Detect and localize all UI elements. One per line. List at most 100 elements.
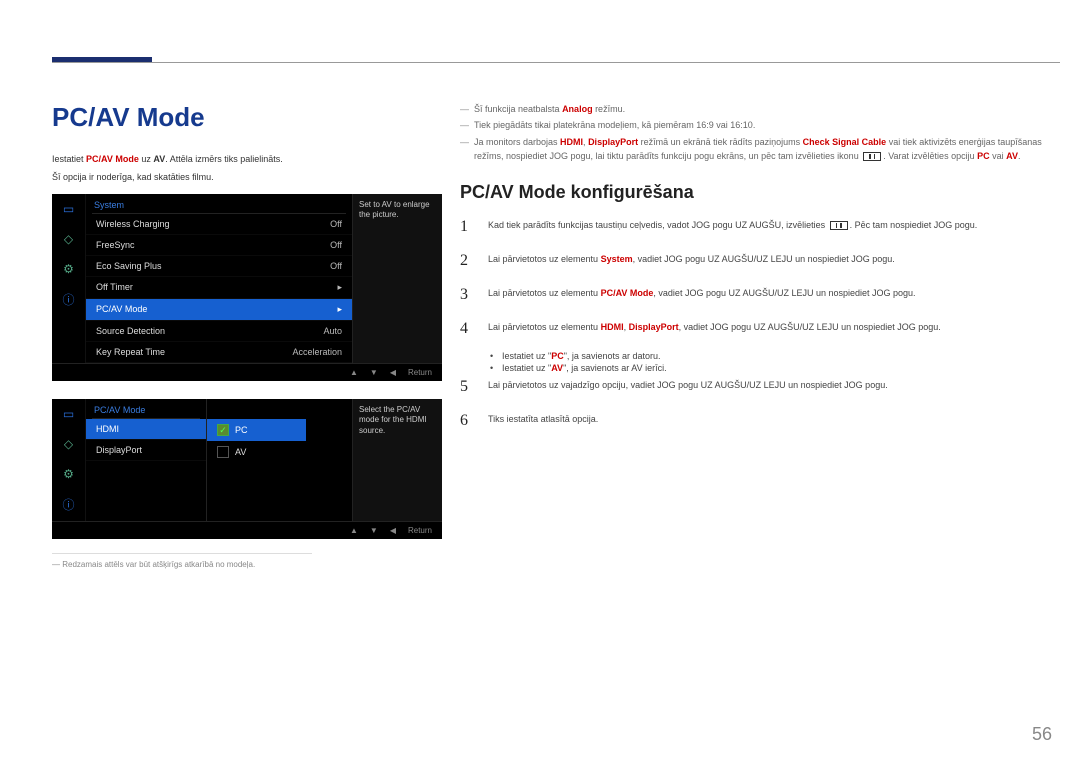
intro-line-1: Iestatiet PC/AV Mode uz AV. Attēla izmēr… [52, 153, 442, 167]
text: ", ja savienots ar AV ierīci. [563, 363, 667, 373]
step-text: Lai pārvietotos uz elementu HDMI, Displa… [488, 317, 941, 341]
bold-dp: DisplayPort [629, 322, 679, 332]
step-number: 6 [460, 409, 474, 433]
osd-row: FreeSync Off [86, 235, 352, 256]
page-number: 56 [1032, 724, 1052, 745]
text: uz [139, 154, 154, 164]
osd-hint: Set to AV to enlarge the picture. [352, 194, 442, 363]
value: Off [330, 219, 342, 229]
osd-footer: ▲ ▼ ◀ Return [52, 521, 442, 539]
text: Iestatiet uz " [502, 363, 551, 373]
monitor-icon: ▭ [52, 194, 85, 224]
subheading: PC/AV Mode konfigurēšana [460, 182, 1050, 203]
text: Lai pārvietotos uz elementu [488, 254, 601, 264]
step-3: 3 Lai pārvietotos uz elementu PC/AV Mode… [460, 283, 1050, 307]
bold-analog: Analog [562, 104, 593, 114]
bold-av: AV [153, 154, 165, 164]
value: ▸ [337, 304, 342, 315]
label: Off Timer [96, 282, 133, 293]
osd-header: PC/AV Mode [86, 399, 206, 418]
return-label: Return [408, 526, 432, 535]
up-icon: ▲ [350, 368, 358, 377]
left-column: PC/AV Mode Iestatiet PC/AV Mode uz AV. A… [52, 102, 442, 569]
step-number: 5 [460, 375, 474, 399]
label: Source Detection [96, 326, 165, 336]
text: ", ja savienots ar datoru. [564, 351, 661, 361]
osd-row: Off Timer ▸ [86, 277, 352, 299]
crop-icon: ◇ [52, 224, 85, 254]
bold-hdmi: HDMI [601, 322, 624, 332]
text: vai [990, 151, 1007, 161]
osd-sub-row-dp: DisplayPort [86, 440, 206, 461]
text: . Pēc tam nospiediet JOG pogu. [850, 220, 978, 230]
text: . Varat izvēlēties opciju [883, 151, 977, 161]
step-2: 2 Lai pārvietotos uz elementu System, va… [460, 249, 1050, 273]
bold-av: AV [1006, 151, 1018, 161]
checkbox-empty-icon: ✓ [217, 446, 229, 458]
left-icon: ◀ [390, 368, 396, 377]
label: PC/AV Mode [96, 304, 147, 315]
osd-sidebar: ▭ ◇ ⚙ ⓘ [52, 399, 86, 521]
text: . [1018, 151, 1021, 161]
step-4: 4 Lai pārvietotos uz elementu HDMI, Disp… [460, 317, 1050, 341]
osd-row: Wireless Charging Off [86, 214, 352, 235]
text: režīmā un ekrānā tiek rādīts paziņojums [638, 137, 803, 147]
step-number: 4 [460, 317, 474, 341]
step-number: 1 [460, 215, 474, 239]
text: , vadiet JOG pogu UZ AUGŠU/UZ LEJU un no… [653, 288, 915, 298]
page-title: PC/AV Mode [52, 102, 442, 133]
steps-list: 1 Kad tiek parādīts funkcijas taustiņu c… [460, 215, 1050, 433]
label: FreeSync [96, 240, 135, 250]
value: Off [330, 240, 342, 250]
step-4-sub2: Iestatiet uz "AV", ja savienots ar AV ie… [490, 363, 1050, 373]
osd-sub-row-hdmi: HDMI [86, 419, 206, 440]
text: Iestatiet [52, 154, 86, 164]
right-column: Šī funkcija neatbalsta Analog režīmu. Ti… [460, 102, 1050, 443]
text: Kad tiek parādīts funkcijas taustiņu ceļ… [488, 220, 828, 230]
osd-header: System [86, 194, 352, 213]
value: Acceleration [292, 347, 342, 357]
note-signal: Ja monitors darbojas HDMI, DisplayPort r… [460, 135, 1050, 164]
gear-icon: ⚙ [52, 254, 85, 284]
step-text: Lai pārvietotos uz elementu System, vadi… [488, 249, 895, 273]
label: AV [235, 447, 246, 457]
label: PC [235, 425, 248, 435]
up-icon: ▲ [350, 526, 358, 535]
step-text: Tiks iestatīta atlasītā opcija. [488, 409, 598, 433]
label: Eco Saving Plus [96, 261, 162, 271]
step-text: Kad tiek parādīts funkcijas taustiņu ceļ… [488, 215, 977, 239]
osd-row: Eco Saving Plus Off [86, 256, 352, 277]
bold-dp: DisplayPort [588, 137, 638, 147]
bold-pc: PC [977, 151, 990, 161]
header-rule [52, 62, 1060, 63]
value: Auto [323, 326, 342, 336]
step-1: 1 Kad tiek parādīts funkcijas taustiņu c… [460, 215, 1050, 239]
text: . Attēla izmērs tiks palielināts. [165, 154, 283, 164]
text: Lai pārvietotos uz elementu [488, 322, 601, 332]
osd-hint: Select the PC/AV mode for the HDMI sourc… [352, 399, 442, 521]
bold-av: AV [551, 363, 563, 373]
checkmark-icon: ✓ [217, 424, 229, 436]
osd-row: Source Detection Auto [86, 321, 352, 342]
left-icon: ◀ [390, 526, 396, 535]
osd-menu-pcav: ▭ ◇ ⚙ ⓘ PC/AV Mode HDMI DisplayPort ✓ PC [52, 399, 442, 539]
text: Šī funkcija neatbalsta [474, 104, 562, 114]
value: Off [330, 261, 342, 271]
value: ▸ [337, 282, 342, 293]
gear-icon: ⚙ [52, 459, 85, 489]
osd-sub-left: PC/AV Mode HDMI DisplayPort [86, 399, 206, 521]
label: Wireless Charging [96, 219, 170, 229]
text: , vadiet JOG pogu UZ AUGŠU/UZ LEJU un no… [633, 254, 895, 264]
step-text: Lai pārvietotos uz vajadzīgo opciju, vad… [488, 375, 888, 399]
osd-menu-system: ▭ ◇ ⚙ ⓘ System Wireless Charging Off Free… [52, 194, 442, 381]
osd-main: System Wireless Charging Off FreeSync Off … [86, 194, 352, 363]
step-number: 3 [460, 283, 474, 307]
text: Iestatiet uz " [502, 351, 551, 361]
return-label: Return [408, 368, 432, 377]
note-widescreen: Tiek piegādāts tikai platekrāna modeļiem… [460, 118, 1050, 132]
info-icon: ⓘ [52, 489, 85, 519]
bold-check-signal: Check Signal Cable [803, 137, 887, 147]
osd-sidebar: ▭ ◇ ⚙ ⓘ [52, 194, 86, 363]
monitor-icon: ▭ [52, 399, 85, 429]
text: Lai pārvietotos uz elementu [488, 288, 601, 298]
